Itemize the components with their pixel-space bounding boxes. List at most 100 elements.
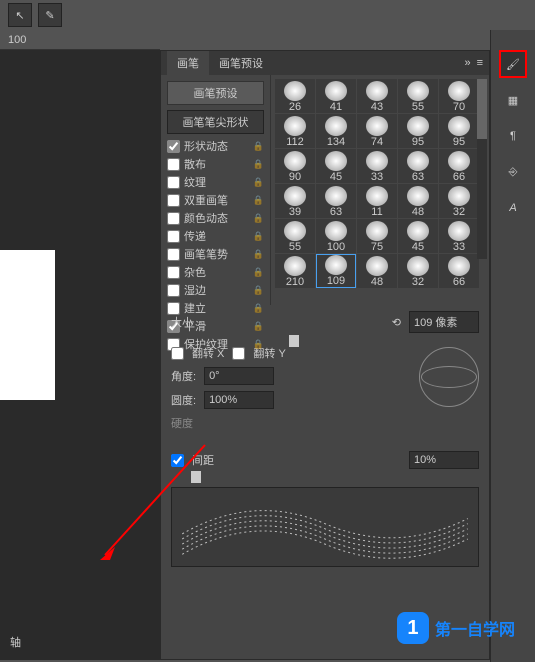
tool-button-1[interactable]: ↖ [8, 3, 32, 27]
brush-thumb-22[interactable]: 75 [357, 219, 397, 253]
lock-icon[interactable]: 🔒 [253, 249, 264, 260]
scrollbar[interactable] [477, 79, 487, 259]
size-input[interactable]: 109 像素 [409, 311, 479, 333]
angle-input[interactable]: 0° [204, 367, 274, 385]
lock-icon[interactable]: 🔒 [253, 267, 264, 278]
option-checkbox-1[interactable] [167, 158, 180, 171]
lock-icon[interactable]: 🔒 [253, 321, 264, 332]
option-label-2: 纹理 [184, 174, 206, 190]
more-icon[interactable]: » [464, 57, 470, 69]
thumb-size: 95 [453, 136, 465, 148]
brush-thumb-1[interactable]: 41 [316, 79, 356, 113]
tab-brush[interactable]: 画笔 [167, 51, 209, 75]
option-1[interactable]: 散布 🔒 [163, 155, 268, 173]
brush-thumb-8[interactable]: 95 [398, 114, 438, 148]
option-7[interactable]: 杂色🔒 [163, 263, 268, 281]
roundness-label: 圆度: [171, 392, 196, 408]
brush-thumb-19[interactable]: 32 [439, 184, 479, 218]
brush-presets-button[interactable]: 画笔预设 [167, 81, 264, 105]
lock-icon[interactable]: 🔒 [253, 213, 264, 224]
brush-thumb-5[interactable]: 112 [275, 114, 315, 148]
angle-control[interactable] [419, 347, 479, 407]
spacing-input[interactable]: 10% [409, 451, 479, 469]
dock-paragraph-button[interactable]: ¶ [499, 122, 527, 150]
brush-thumb-27[interactable]: 48 [357, 254, 397, 288]
flip-y-checkbox[interactable] [232, 347, 245, 360]
thumb-size: 32 [412, 276, 424, 288]
brush-thumb-28[interactable]: 32 [398, 254, 438, 288]
brush-thumb-11[interactable]: 45 [316, 149, 356, 183]
thumb-size: 95 [412, 136, 424, 148]
brush-thumb-6[interactable]: 134 [316, 114, 356, 148]
lock-icon[interactable]: 🔒 [253, 177, 264, 188]
lock-icon[interactable]: 🔒 [253, 195, 264, 206]
brush-thumb-3[interactable]: 55 [398, 79, 438, 113]
option-3[interactable]: 双重画笔🔒 [163, 191, 268, 209]
option-checkbox-5[interactable] [167, 230, 180, 243]
brush-thumb-7[interactable]: 74 [357, 114, 397, 148]
lock-icon[interactable]: 🔒 [253, 141, 264, 152]
lock-icon[interactable]: 🔒 [253, 303, 264, 314]
thumb-size: 48 [371, 276, 383, 288]
option-8[interactable]: 湿边🔒 [163, 281, 268, 299]
brush-thumb-17[interactable]: 11 [357, 184, 397, 218]
angle-label: 角度: [171, 368, 196, 384]
brush-thumb-18[interactable]: 48 [398, 184, 438, 218]
option-checkbox-0[interactable] [167, 140, 180, 153]
option-0[interactable]: 形状动态🔒 [163, 137, 268, 155]
dock-swatches-button[interactable]: ▦ [499, 86, 527, 114]
thumb-size: 63 [330, 206, 342, 218]
dock-brushes-button[interactable]: 🖌 [499, 50, 527, 78]
option-checkbox-3[interactable] [167, 194, 180, 207]
brush-thumb-12[interactable]: 33 [357, 149, 397, 183]
brush-tip-shape-button[interactable]: 画笔笔尖形状 [167, 110, 264, 134]
lock-icon[interactable]: 🔒 [253, 285, 264, 296]
brush-thumb-14[interactable]: 66 [439, 149, 479, 183]
option-checkbox-6[interactable] [167, 248, 180, 261]
hardness-label: 硬度 [171, 415, 193, 431]
dock-stamp-button[interactable]: ⎆ [499, 158, 527, 186]
flip-x-checkbox[interactable] [171, 347, 184, 360]
option-4[interactable]: 颜色动态🔒 [163, 209, 268, 227]
brush-thumb-9[interactable]: 95 [439, 114, 479, 148]
brush-thumb-29[interactable]: 66 [439, 254, 479, 288]
brush-thumb-4[interactable]: 70 [439, 79, 479, 113]
option-checkbox-2[interactable] [167, 176, 180, 189]
brush-thumb-25[interactable]: 210 [275, 254, 315, 288]
brush-thumb-24[interactable]: 33 [439, 219, 479, 253]
option-checkbox-8[interactable] [167, 284, 180, 297]
lock-icon[interactable]: 🔒 [253, 339, 264, 350]
brush-thumb-15[interactable]: 39 [275, 184, 315, 218]
thumb-size: 100 [327, 241, 345, 253]
brush-panel: 画笔 画笔预设 » ≡ 画笔预设 画笔笔尖形状 形状动态🔒散布🔒纹理🔒双重画笔🔒… [160, 50, 490, 660]
brush-thumbnails: 2641435570112134749595904533636639631148… [271, 75, 489, 305]
brush-thumb-2[interactable]: 43 [357, 79, 397, 113]
roundness-input[interactable]: 100% [204, 391, 274, 409]
lock-icon[interactable]: 🔒 [253, 159, 264, 170]
option-checkbox-4[interactable] [167, 212, 180, 225]
brush-thumb-13[interactable]: 63 [398, 149, 438, 183]
brush-thumb-21[interactable]: 100 [316, 219, 356, 253]
spacing-checkbox[interactable] [171, 454, 184, 467]
tab-brush-presets[interactable]: 画笔预设 [209, 51, 273, 75]
brush-thumb-23[interactable]: 45 [398, 219, 438, 253]
brush-thumb-20[interactable]: 55 [275, 219, 315, 253]
option-label-1: 散布 [184, 156, 206, 172]
thumb-size: 45 [330, 171, 342, 183]
brush-thumb-26[interactable]: 109 [316, 254, 356, 288]
canvas[interactable] [0, 250, 55, 400]
option-6[interactable]: 画笔笔势🔒 [163, 245, 268, 263]
flip-icon[interactable]: ⟲ [392, 316, 401, 329]
option-checkbox-7[interactable] [167, 266, 180, 279]
dock-character-button[interactable]: A [499, 194, 527, 222]
lock-icon[interactable]: 🔒 [253, 231, 264, 242]
brush-thumb-10[interactable]: 90 [275, 149, 315, 183]
option-5[interactable]: 传递🔒 [163, 227, 268, 245]
scrollbar-thumb[interactable] [477, 79, 487, 139]
menu-icon[interactable]: ≡ [477, 57, 483, 69]
tool-button-2[interactable]: ✎ [38, 3, 62, 27]
brush-thumb-0[interactable]: 26 [275, 79, 315, 113]
option-2[interactable]: 纹理 🔒 [163, 173, 268, 191]
brush-thumb-16[interactable]: 63 [316, 184, 356, 218]
flip-x-label: 翻转 X [192, 345, 224, 361]
